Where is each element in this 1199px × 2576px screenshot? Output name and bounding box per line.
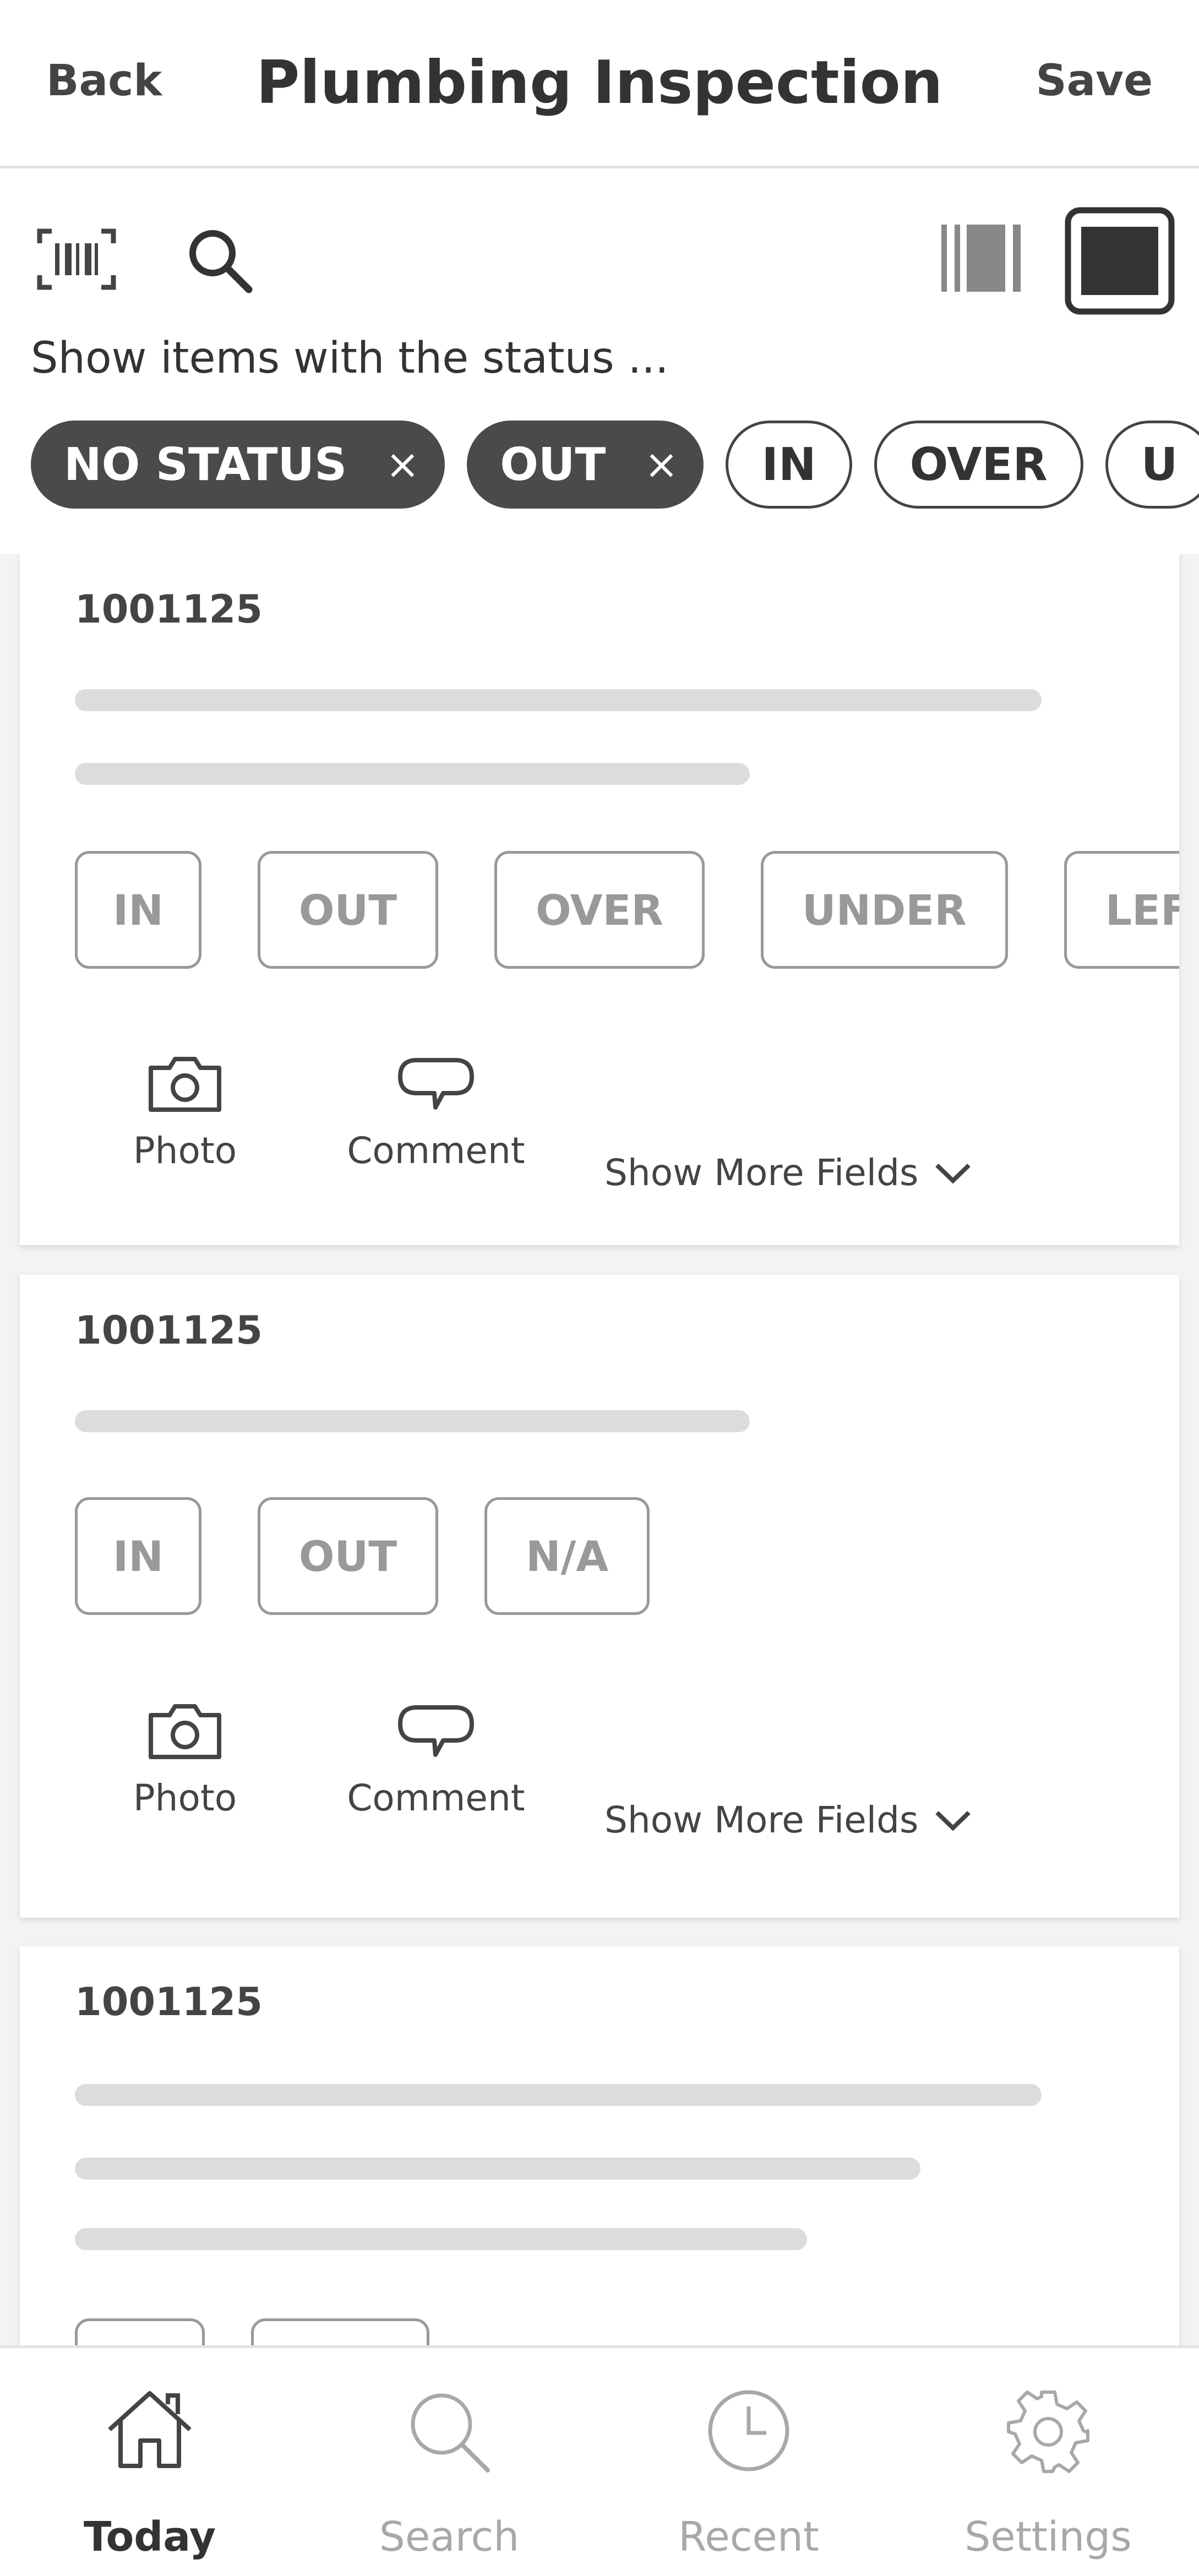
- nav-recent[interactable]: Recent: [599, 2348, 898, 2576]
- description-placeholder-bar: [75, 763, 750, 785]
- bottom-navigation: Today Search Recent Settings: [0, 2345, 1199, 2576]
- nav-settings[interactable]: Settings: [898, 2348, 1198, 2576]
- status-choice-out[interactable]: OUT: [257, 1497, 439, 1615]
- comment-label: Comment: [347, 1777, 525, 1819]
- chevron-down-icon: [935, 1163, 971, 1184]
- comment-button[interactable]: Comment: [326, 1054, 546, 1172]
- barcode-scan-icon[interactable]: [35, 227, 118, 294]
- chevron-down-icon: [935, 1810, 971, 1831]
- status-chip-no-status[interactable]: NO STATUS ×: [31, 421, 445, 509]
- status-choice-under[interactable]: UNDER: [760, 851, 1008, 969]
- comment-button[interactable]: Comment: [326, 1701, 546, 1819]
- description-placeholder-bar: [75, 689, 1042, 711]
- photo-button[interactable]: Photo: [119, 1701, 251, 1819]
- status-chip-row: NO STATUS × OUT × IN OVER U: [31, 421, 1199, 512]
- filter-toolbar: Show items with the status ... NO STATUS…: [0, 168, 1199, 554]
- chip-label: NO STATUS: [64, 438, 347, 491]
- inspection-item-card: 1001125: [20, 1946, 1179, 2345]
- description-placeholder-bar: [75, 2158, 920, 2180]
- description-placeholder-bar: [75, 2084, 1042, 2106]
- status-chip-under[interactable]: U: [1105, 421, 1199, 509]
- item-id: 1001125: [75, 1308, 263, 1353]
- status-choice-left[interactable]: LEF: [1064, 851, 1179, 969]
- photo-button[interactable]: Photo: [119, 1054, 251, 1172]
- chip-label: OUT: [500, 438, 606, 491]
- item-id: 1001125: [75, 587, 263, 632]
- nav-label: Recent: [678, 2513, 819, 2561]
- item-actions: Photo Comment Show More Fields: [20, 1054, 1179, 1194]
- status-choice-group: IN OUT OVER UNDER LEF: [75, 851, 1179, 969]
- status-filter-caption: Show items with the status ...: [31, 334, 669, 383]
- app-header: Back Plumbing Inspection Save: [0, 0, 1199, 168]
- description-placeholder-bar: [75, 2228, 807, 2250]
- inspection-item-list[interactable]: 1001125 IN OUT OVER UNDER LEF Photo Comment …: [0, 554, 1199, 2345]
- status-choice-out[interactable]: OUT: [257, 851, 439, 969]
- camera-icon: [149, 1057, 221, 1112]
- status-choice-group: IN OUT N/A: [75, 1497, 1179, 1615]
- show-more-fields-button[interactable]: Show More Fields: [604, 1151, 972, 1194]
- card-view-icon[interactable]: [1065, 207, 1175, 317]
- save-button[interactable]: Save: [1036, 56, 1153, 106]
- comment-icon: [398, 1058, 474, 1110]
- page-title: Plumbing Inspection: [256, 48, 943, 117]
- nav-today[interactable]: Today: [0, 2348, 299, 2576]
- photo-label: Photo: [133, 1129, 237, 1172]
- show-more-label: Show More Fields: [604, 1151, 919, 1194]
- status-chip-in[interactable]: IN: [726, 421, 852, 509]
- comment-label: Comment: [347, 1129, 525, 1172]
- chip-remove-icon[interactable]: ×: [385, 441, 419, 488]
- status-choice-over[interactable]: OVER: [494, 851, 705, 969]
- status-choice-in[interactable]: IN: [75, 1497, 201, 1615]
- inspection-item-card: 1001125 IN OUT OVER UNDER LEF Photo Comment …: [20, 554, 1179, 1245]
- compact-view-icon[interactable]: [939, 222, 1027, 296]
- home-icon: [108, 2391, 192, 2468]
- nav-label: Today: [83, 2513, 216, 2561]
- photo-label: Photo: [133, 1777, 237, 1819]
- status-choice-in[interactable]: IN: [75, 851, 201, 969]
- nav-label: Settings: [964, 2513, 1132, 2561]
- show-more-fields-button[interactable]: Show More Fields: [604, 1799, 972, 1841]
- comment-icon: [398, 1705, 474, 1757]
- status-choice[interactable]: [75, 2318, 205, 2345]
- camera-icon: [149, 1704, 221, 1759]
- status-chip-out[interactable]: OUT ×: [467, 421, 704, 509]
- status-choice-na[interactable]: N/A: [484, 1497, 650, 1615]
- item-id: 1001125: [75, 1979, 263, 2024]
- item-actions: Photo Comment Show More Fields: [20, 1701, 1179, 1841]
- status-chip-over[interactable]: OVER: [874, 421, 1083, 509]
- search-icon[interactable]: [185, 226, 253, 296]
- search-icon: [411, 2393, 490, 2473]
- gear-icon: [1007, 2391, 1089, 2473]
- description-placeholder-bar: [75, 1410, 750, 1432]
- clock-icon: [708, 2390, 789, 2471]
- inspection-item-card: 1001125 IN OUT N/A Photo Comment Show More…: [20, 1275, 1179, 1918]
- show-more-label: Show More Fields: [604, 1799, 919, 1841]
- chip-remove-icon[interactable]: ×: [644, 441, 678, 488]
- status-choice[interactable]: [251, 2318, 429, 2345]
- nav-label: Search: [379, 2513, 520, 2561]
- nav-search[interactable]: Search: [299, 2348, 599, 2576]
